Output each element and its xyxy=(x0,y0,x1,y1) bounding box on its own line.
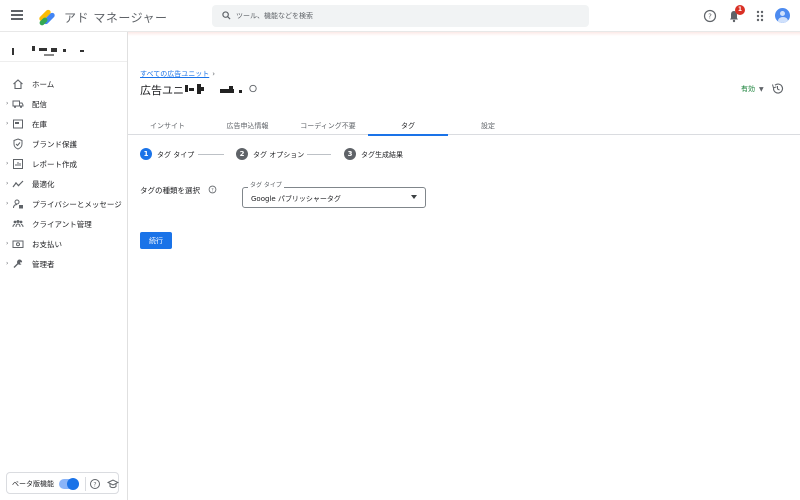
caret-right-icon: › xyxy=(6,260,9,267)
school-icon[interactable] xyxy=(107,478,119,490)
caret-right-icon: › xyxy=(6,240,9,247)
sidebar-item-reporting[interactable]: › レポート作成 xyxy=(0,155,127,173)
beta-features-toggle[interactable] xyxy=(59,478,79,490)
header-shade xyxy=(128,32,800,36)
tag-type-question: タグの種類を選択 xyxy=(140,186,200,195)
search-input[interactable]: ツール、機能などを検索 xyxy=(212,5,589,27)
sidebar-item-delivery[interactable]: › 配信 xyxy=(0,95,127,113)
home-icon xyxy=(13,79,23,90)
step-label: タグ タイプ xyxy=(157,151,195,159)
breadcrumb-all-ad-units[interactable]: すべての広告ユニット xyxy=(140,70,209,78)
tag-type-select[interactable]: Google パブリッシャータグ xyxy=(242,187,426,208)
step-connector xyxy=(307,154,331,155)
info-icon[interactable] xyxy=(249,84,257,93)
divider xyxy=(85,477,86,491)
clients-icon xyxy=(12,220,24,228)
tab-settings[interactable]: 設定 xyxy=(448,118,528,135)
continue-button[interactable]: 続行 xyxy=(140,232,172,249)
sidebar-item-privacy[interactable]: › プライバシーとメッセージ xyxy=(0,195,127,213)
redacted-title xyxy=(185,83,260,97)
sidebar-item-optimization[interactable]: › 最適化 xyxy=(0,175,127,193)
sidebar: ホーム › 配信 › 在庫 ブランド保護 › レポート作成 › 最適化 › プラ… xyxy=(0,32,128,500)
step-number: 1 xyxy=(140,148,152,160)
apps-icon[interactable] xyxy=(753,9,767,23)
sidebar-divider xyxy=(0,61,127,62)
wrench-icon xyxy=(13,259,23,268)
menu-icon[interactable] xyxy=(11,10,23,20)
app-name: アド マネージャー xyxy=(64,11,168,25)
tab-no-code[interactable]: コーディング不要 xyxy=(288,118,368,135)
avatar[interactable] xyxy=(775,8,790,23)
trend-icon xyxy=(12,180,24,188)
sidebar-item-clients[interactable]: クライアント管理 xyxy=(0,215,127,233)
report-icon xyxy=(13,159,23,169)
sidebar-item-admin[interactable]: › 管理者 xyxy=(0,255,127,273)
beta-features-panel: ベータ版機能 ? xyxy=(6,472,119,494)
step-number: 3 xyxy=(344,148,356,160)
help-icon[interactable]: ? xyxy=(703,9,717,23)
payment-icon xyxy=(12,240,24,248)
sidebar-item-label: ブランド保護 xyxy=(32,140,77,149)
sidebar-item-inventory[interactable]: › 在庫 xyxy=(0,115,127,133)
step-label: タグ オプション xyxy=(253,151,305,159)
svg-text:?: ? xyxy=(93,481,96,488)
breadcrumb: すべての広告ユニット › xyxy=(140,69,215,79)
sidebar-item-label: 最適化 xyxy=(32,180,55,189)
privacy-icon xyxy=(13,199,23,209)
step-number: 2 xyxy=(236,148,248,160)
network-selector[interactable] xyxy=(8,40,118,60)
sidebar-item-label: お支払い xyxy=(32,240,62,249)
sidebar-item-label: ホーム xyxy=(32,80,55,89)
step-connector xyxy=(198,154,224,155)
shield-icon xyxy=(13,138,23,150)
status-value: 有効 xyxy=(741,85,755,93)
caret-right-icon: › xyxy=(6,100,9,107)
tab-insights[interactable]: インサイト xyxy=(128,118,207,135)
ad-manager-logo xyxy=(39,9,55,26)
sidebar-item-brand-safety[interactable]: ブランド保護 xyxy=(0,135,127,153)
tag-type-value: Google パブリッシャータグ xyxy=(251,195,341,203)
sidebar-item-label: プライバシーとメッセージ xyxy=(32,200,122,209)
dropdown-arrow-icon xyxy=(411,195,417,199)
dropdown-arrow-icon: ▼ xyxy=(759,86,764,93)
status-dropdown[interactable]: 有効 ▼ xyxy=(741,84,764,94)
caret-right-icon: › xyxy=(6,160,9,167)
search-placeholder: ツール、機能などを検索 xyxy=(236,12,313,20)
search-icon xyxy=(222,11,231,20)
sidebar-item-label: レポート作成 xyxy=(32,160,77,169)
page-title: 広告ユニ xyxy=(140,84,184,97)
step-label: タグ生成結果 xyxy=(361,151,403,159)
sidebar-item-label: 配信 xyxy=(32,100,47,109)
sidebar-item-payments[interactable]: › お支払い xyxy=(0,235,127,253)
tab-line-items[interactable]: 広告申込情報 xyxy=(208,118,287,135)
tab-tags[interactable]: タグ xyxy=(368,118,448,136)
sidebar-item-label: 在庫 xyxy=(32,120,47,129)
svg-text:?: ? xyxy=(708,13,712,21)
top-bar: アド マネージャー ツール、機能などを検索 ? 1 xyxy=(0,0,800,32)
notification-badge: 1 xyxy=(735,5,745,15)
sidebar-item-home[interactable]: ホーム xyxy=(0,75,127,93)
caret-right-icon: › xyxy=(6,200,9,207)
truck-icon xyxy=(12,100,24,108)
help-icon[interactable]: ? xyxy=(89,478,101,490)
sidebar-item-label: 管理者 xyxy=(32,260,55,269)
tag-type-label: タグ タイプ xyxy=(248,180,284,189)
beta-features-label: ベータ版機能 xyxy=(12,480,54,488)
chevron-right-icon: › xyxy=(212,70,216,78)
caret-right-icon: › xyxy=(6,120,9,127)
sidebar-item-label: クライアント管理 xyxy=(32,220,92,229)
caret-right-icon: › xyxy=(6,180,9,187)
stepper: 1 タグ タイプ 2 タグ オプション 3 タグ生成結果 xyxy=(140,148,440,162)
tab-bar: インサイト 広告申込情報 コーディング不要 タグ 設定 xyxy=(128,118,800,136)
help-icon[interactable]: ? xyxy=(208,185,217,194)
inventory-icon xyxy=(13,119,23,129)
history-icon[interactable] xyxy=(771,82,784,95)
